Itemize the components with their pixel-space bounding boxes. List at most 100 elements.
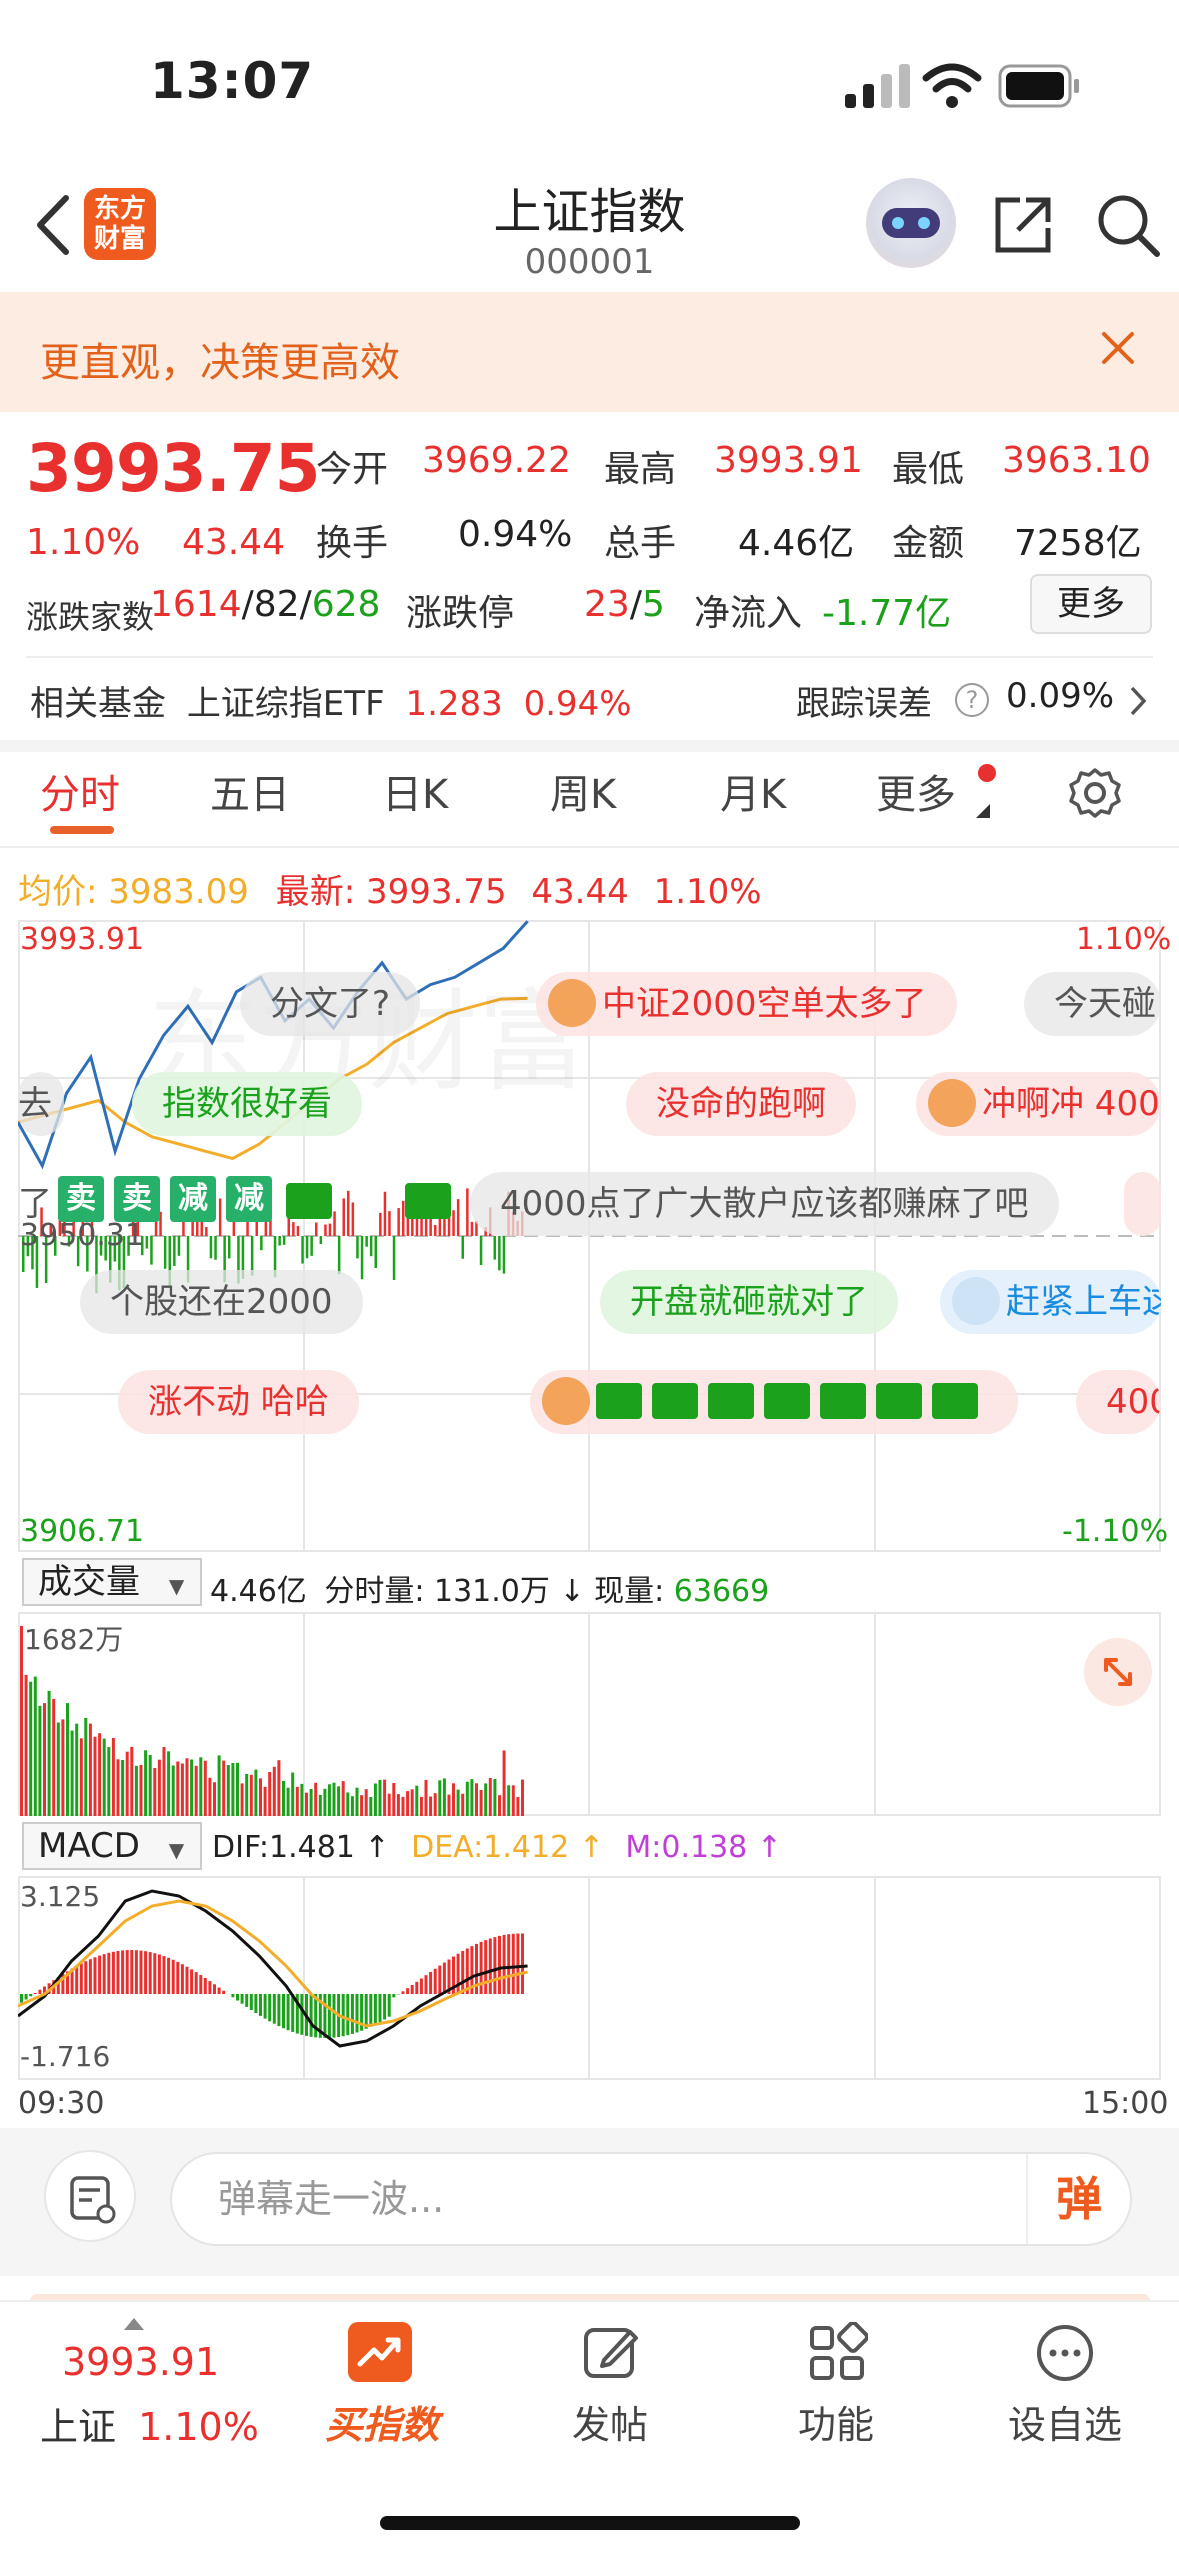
time-start: 09:30 (18, 2086, 105, 2121)
macd-bar (185, 1966, 189, 1994)
danmu-bubble[interactable]: 去 (18, 1072, 64, 1136)
grid-function-icon[interactable] (806, 2322, 868, 2384)
volume-bar (171, 1765, 175, 1816)
volume-bar (263, 1786, 267, 1816)
volume-bar (461, 1793, 465, 1816)
volume-indicator-select[interactable]: 成交量 ▼ (22, 1558, 202, 1606)
danmu-bubble[interactable]: 指数很好看 (132, 1072, 362, 1136)
intraday-bar (278, 1236, 281, 1246)
danmu-bubble[interactable]: 分文了? (240, 972, 421, 1036)
macd-selector-label: MACD (38, 1826, 140, 1866)
tab-five-day[interactable]: 五日 (210, 762, 290, 820)
danmu-bubble[interactable]: 没命的跑啊 (626, 1072, 856, 1136)
macd-bar (373, 1994, 377, 2025)
macd-bar (355, 1994, 359, 2033)
nav-function[interactable]: 功能 (774, 2394, 898, 2449)
gear-icon[interactable] (1068, 766, 1122, 820)
intraday-bar (315, 1222, 318, 1236)
macd-indicator-select[interactable]: MACD ▼ (22, 1822, 202, 1870)
volume-bar (125, 1751, 129, 1816)
nav-index[interactable]: 上证 1.10% (40, 2396, 259, 2451)
open-label: 今开 (316, 449, 389, 490)
danmu-bubble[interactable]: 今天碰 (1024, 972, 1161, 1036)
tab-weekly-k[interactable]: 周K (550, 762, 616, 820)
nav-post[interactable]: 发帖 (548, 2394, 672, 2449)
buy-index-icon[interactable] (348, 2322, 412, 2382)
fund-pct: 0.94% (523, 684, 632, 724)
volume-bar (70, 1730, 74, 1816)
macd-bar (171, 1959, 175, 1994)
volume-bar (401, 1796, 405, 1816)
volume-bar (291, 1772, 295, 1816)
volume-bar (47, 1690, 51, 1816)
nav-buy-index[interactable]: 买指数 (320, 2394, 444, 2449)
share-icon[interactable] (990, 192, 1056, 258)
volume-bar (502, 1750, 506, 1816)
intraday-bar (163, 1236, 167, 1269)
volume-bar (479, 1790, 483, 1816)
danmu-bubble[interactable]: 赶紧上车这 (940, 1270, 1161, 1334)
assistant-avatar-icon[interactable] (866, 178, 956, 268)
edit-post-icon[interactable] (580, 2322, 642, 2384)
danmu-bubble[interactable]: 涨不动 哈哈 (118, 1370, 359, 1434)
down-wave-icon (876, 1382, 922, 1419)
volume-chart[interactable] (18, 1612, 1161, 1816)
danmu-bubble[interactable]: 个股还在2000 (80, 1270, 363, 1334)
volume-bar (332, 1782, 336, 1816)
volume-bar (20, 1625, 23, 1816)
volume-bar (157, 1759, 161, 1816)
danmu-settings-button[interactable] (44, 2150, 136, 2242)
intraday-bar (369, 1236, 373, 1257)
danmu-input[interactable]: 弹幕走一波... (170, 2152, 1132, 2246)
help-icon[interactable]: ? (955, 683, 989, 717)
volume-bar (507, 1785, 511, 1816)
danmu-bubble[interactable]: 开盘就砸就对了 (600, 1270, 898, 1334)
danmu-bubble[interactable]: 冲啊冲 400 (916, 1072, 1161, 1136)
intraday-bar (218, 1198, 222, 1236)
danmu-bubble[interactable]: 4000点了广大散户应该都赚麻了吧 (470, 1172, 1059, 1236)
danmu-bubble[interactable]: 了 (18, 1172, 52, 1236)
macd-bar (236, 1994, 239, 2001)
tab-daily-k[interactable]: 日K (382, 762, 448, 820)
nav-price[interactable]: 3993.91 (62, 2340, 219, 2384)
volume-bar (452, 1783, 455, 1816)
volume-bar (56, 1722, 60, 1816)
intraday-bar (173, 1236, 176, 1266)
danmu-text: 今天碰 (1054, 984, 1156, 1024)
volume-bar (465, 1781, 469, 1816)
macd-bar (199, 1975, 203, 1994)
danmu-bubble[interactable] (530, 1370, 1018, 1434)
danmu-bubble[interactable]: 中证2000空单太多了 (536, 972, 957, 1036)
close-icon[interactable] (1098, 328, 1138, 368)
nav-add-watchlist[interactable]: 设自选 (1000, 2394, 1130, 2449)
macd-bar (29, 1994, 33, 1997)
volume-bar (360, 1795, 364, 1816)
volume-bar (475, 1783, 478, 1816)
macd-bar (222, 1990, 226, 1994)
limit-values: 23/5 (584, 584, 665, 625)
chevron-right-icon[interactable] (1128, 684, 1148, 718)
fund-name: 上证综指ETF (186, 684, 385, 724)
danmu-bubble[interactable] (1124, 1172, 1161, 1236)
tab-more[interactable]: 更多 (876, 762, 956, 820)
tab-fenshi[interactable]: 分时 (40, 762, 120, 820)
volume-bar (369, 1797, 373, 1816)
danmu-send-button[interactable]: 弹 (1026, 2154, 1130, 2244)
tab-monthly-k[interactable]: 月K (720, 762, 786, 820)
volume-bar (98, 1733, 102, 1816)
danmu-bubble[interactable]: 400 (1076, 1370, 1161, 1434)
more-dots-icon[interactable] (1034, 2322, 1096, 2384)
intraday-bar (333, 1211, 336, 1236)
related-fund-row[interactable]: 相关基金 上证综指ETF 1.283 0.94% (30, 676, 632, 725)
more-button[interactable]: 更多 (1030, 574, 1152, 634)
caret-up-icon[interactable] (124, 2318, 144, 2330)
macd-bar (387, 1994, 391, 2017)
volume-info: 4.46亿 分时量: 131.0万 ↓ 现量: 63669 (210, 1566, 769, 1610)
expand-button[interactable] (1084, 1638, 1152, 1706)
search-icon[interactable] (1095, 192, 1161, 258)
macd-bar (488, 1938, 492, 1994)
intraday-bar (228, 1236, 231, 1259)
macd-bar (406, 1988, 410, 1994)
macd-chart[interactable] (18, 1876, 1161, 2080)
macd-bar (75, 1966, 79, 1994)
